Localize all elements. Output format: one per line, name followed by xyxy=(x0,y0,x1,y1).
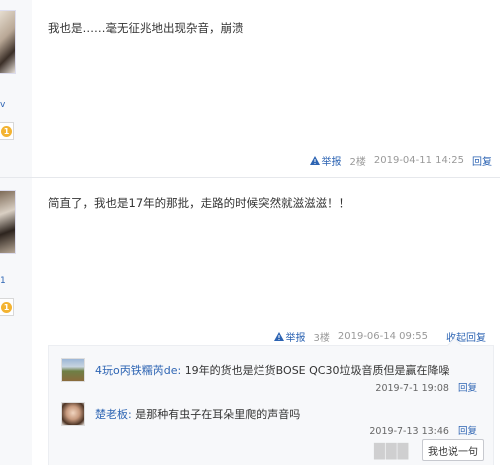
post-1-report-link[interactable]: 举报 xyxy=(309,153,342,168)
sub-reply-item: 4玩o丙铁糯芮de: 19年的货也是烂货BOSE QC30垃圾音质但是赢在降噪 … xyxy=(61,358,487,400)
sub-reply-box: 4玩o丙铁糯芮de: 19年的货也是烂货BOSE QC30垃圾音质但是赢在降噪 … xyxy=(48,345,494,465)
post-divider xyxy=(0,177,500,178)
post-1-username[interactable]: v xyxy=(0,100,5,110)
post-2-time: 2019-06-14 09:55 xyxy=(337,331,428,342)
sub-reply-text: 19年的货也是烂货BOSE QC30垃圾音质但是赢在降噪 xyxy=(184,364,450,377)
post-2-content: 简直了，我也是17年的那批，走路的时候突然就滋滋滋！！ xyxy=(48,196,351,210)
post-2-floor: 3楼 xyxy=(313,333,330,344)
post-2-report-label[interactable]: 举报 xyxy=(286,329,306,344)
post-1-report-label[interactable]: 举报 xyxy=(322,153,342,168)
sub-reply-time: 2019-7-13 13:46 xyxy=(369,426,449,437)
sub-reply-reply-link[interactable]: 回复 xyxy=(458,426,477,437)
sub-reply-line: 4玩o丙铁糯芮de: 19年的货也是烂货BOSE QC30垃圾音质但是赢在降噪 xyxy=(95,362,449,378)
level-icon: 1 xyxy=(1,301,12,313)
post-1-content: 我也是……毫无征兆地出现杂音，崩溃 xyxy=(48,21,244,35)
post-1-reply-link[interactable]: 回复 xyxy=(472,153,492,168)
post-2-username[interactable]: 1 xyxy=(0,276,6,286)
post-1-level-badge: 1 xyxy=(0,122,14,140)
sub-reply-line: 楚老板: 是那种有虫子在耳朵里爬的声音吗 xyxy=(95,406,300,422)
post-1-tail: 举报 2楼 2019-04-11 14:25 回复 xyxy=(309,153,492,168)
post-1-floor: 2楼 xyxy=(349,157,366,168)
sub-reply-text: 是那种有虫子在耳朵里爬的声音吗 xyxy=(135,408,301,421)
sub-reply-username[interactable]: 楚老板: xyxy=(95,408,132,421)
sub-reply-time: 2019-7-1 19:08 xyxy=(375,383,449,394)
watermark: ███ xyxy=(374,444,410,460)
post-1-time: 2019-04-11 14:25 xyxy=(373,155,464,166)
sub-reply-reply-link[interactable]: 回复 xyxy=(458,383,477,394)
sub-reply-meta: 2019-7-1 19:08 回复 xyxy=(375,380,477,394)
sub-reply-avatar[interactable] xyxy=(61,402,85,426)
warning-icon xyxy=(309,156,320,165)
say-something-button[interactable]: 我也说一句 xyxy=(422,439,484,461)
post-2-avatar[interactable] xyxy=(0,190,16,254)
sub-reply-meta: 2019-7-13 13:46 回复 xyxy=(369,423,477,437)
post-2-level-badge: 1 xyxy=(0,298,14,316)
warning-icon xyxy=(273,332,284,341)
post-2-report-link[interactable]: 举报 xyxy=(273,329,306,344)
sub-reply-username[interactable]: 4玩o丙铁糯芮de: xyxy=(95,364,181,377)
sub-reply-item: 楚老板: 是那种有虫子在耳朵里爬的声音吗 2019-7-13 13:46 回复 xyxy=(61,402,487,442)
sub-reply-avatar[interactable] xyxy=(61,358,85,382)
level-icon: 1 xyxy=(1,125,12,137)
post-1-avatar[interactable] xyxy=(0,10,16,74)
